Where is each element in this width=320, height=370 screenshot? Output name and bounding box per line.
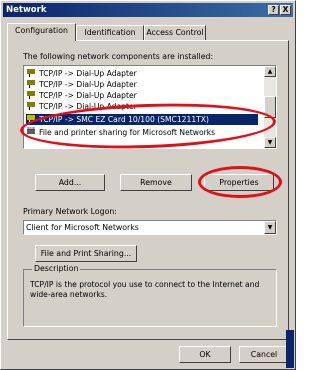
network-adapter-icon [26, 90, 36, 99]
close-button[interactable]: X [280, 5, 291, 15]
dropdown-arrow-icon[interactable]: ▼ [264, 221, 276, 234]
window-title: Network [6, 5, 47, 15]
cancel-button[interactable]: Cancel [239, 346, 289, 363]
primary-logon-label: Primary Network Logon: [23, 207, 117, 216]
primary-logon-value: Client for Microsoft Networks [26, 223, 139, 232]
primary-logon-select[interactable]: Client for Microsoft Networks ▼ [23, 220, 277, 235]
list-item[interactable]: TCP/IP -> Dial-Up Adapter [26, 90, 258, 101]
remove-button[interactable]: Remove [120, 174, 192, 191]
tab-configuration[interactable]: Configuration [7, 23, 76, 41]
network-adapter-icon [26, 79, 36, 88]
printer-sharing-icon [26, 126, 36, 136]
description-text: TCP/IP is the protocol you use to connec… [30, 280, 260, 299]
list-scrollbar[interactable]: ▲ ▼ [264, 66, 276, 148]
tab-access-control[interactable]: Access Control [144, 25, 206, 40]
scroll-down-icon[interactable]: ▼ [264, 137, 276, 148]
add-button[interactable]: Add... [35, 174, 105, 191]
list-item[interactable]: TCP/IP -> Dial-Up Adapter [26, 68, 258, 79]
file-print-sharing-button[interactable]: File and Print Sharing... [35, 245, 137, 262]
description-title: Description [32, 264, 81, 273]
window-edge [286, 330, 294, 368]
title-bar: Network ? X [3, 3, 293, 17]
network-adapter-icon [26, 101, 36, 110]
list-item-selected[interactable]: TCP/IP -> SMC EZ Card 10/100 (SMC1211TX) [26, 114, 258, 125]
list-item[interactable]: TCP/IP -> Dial-Up Adapter [26, 101, 258, 112]
network-adapter-icon [26, 114, 36, 123]
tab-identification[interactable]: Identification [76, 25, 144, 40]
network-dialog: Network ? X Configuration Identification… [0, 0, 296, 370]
ok-button[interactable]: OK [179, 346, 231, 363]
list-item[interactable]: TCP/IP -> Dial-Up Adapter [26, 79, 258, 90]
components-heading: The following network components are ins… [23, 52, 214, 61]
help-button[interactable]: ? [268, 5, 279, 15]
scroll-up-icon[interactable]: ▲ [264, 66, 276, 77]
description-group: Description TCP/IP is the protocol you u… [23, 264, 277, 327]
network-adapter-icon [26, 68, 36, 77]
properties-button[interactable]: Properties [204, 174, 274, 191]
list-item[interactable]: File and printer sharing for Microsoft N… [26, 126, 258, 138]
components-list[interactable]: TCP/IP -> Dial-Up Adapter TCP/IP -> Dial… [23, 65, 277, 149]
scroll-thumb[interactable] [264, 96, 276, 118]
